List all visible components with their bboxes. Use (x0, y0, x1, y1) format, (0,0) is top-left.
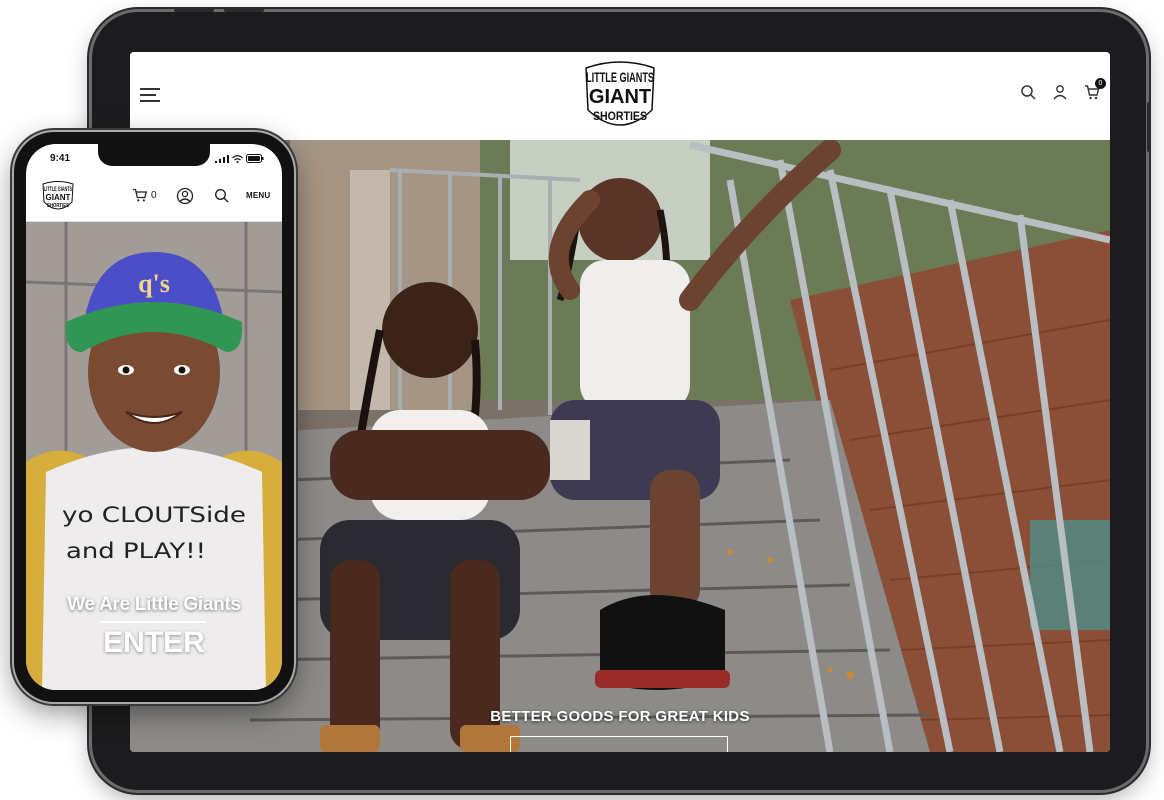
phone-logo-line-2: GIANT (46, 193, 71, 202)
phone-hero-tagline: We Are Little Giants (67, 594, 241, 615)
cap-logo-text: q's (138, 269, 170, 298)
battery-icon (246, 154, 264, 163)
status-time: 9:41 (50, 153, 71, 164)
phone-device: q's yo CLOUTSide and PLAY!! We Are Littl… (14, 132, 294, 702)
cart-count-badge: 0 (1095, 78, 1106, 89)
logo-line-3: SHORTIES (593, 109, 647, 123)
user-icon[interactable] (176, 187, 194, 205)
cart-icon (133, 188, 148, 202)
search-icon[interactable] (214, 188, 229, 203)
site-header: LITTLE GIANTS GIANT SHORTIES 0 (130, 52, 1110, 140)
phone-hero-banner: q's yo CLOUTSide and PLAY!! We Are Littl… (26, 222, 282, 690)
logo-line-2: GIANT (589, 86, 651, 108)
cart-button[interactable]: 0 (1084, 78, 1106, 100)
cta-underline (100, 621, 206, 623)
enter-button[interactable]: ENTER (26, 626, 282, 660)
shirt-text-line-2: and PLAY!! (66, 539, 206, 563)
search-icon[interactable] (1020, 84, 1036, 100)
signal-icon (215, 155, 229, 163)
phone-notch (98, 144, 210, 166)
menu-button[interactable]: MENU (246, 191, 270, 200)
wifi-icon (232, 155, 243, 163)
brand-logo[interactable]: LITTLE GIANTS GIANT SHORTIES (578, 58, 662, 136)
hero-shop-button[interactable] (510, 736, 728, 752)
hero-tagline: BETTER GOODS FOR GREAT KIDS (490, 708, 750, 725)
phone-hero-photo: q's yo CLOUTSide and PLAY!! (26, 222, 282, 690)
user-icon[interactable] (1052, 84, 1068, 100)
phone-brand-logo[interactable]: LITTLE GIANTS GIANT SHORTIES (40, 180, 76, 214)
phone-cart-count: 0 (151, 189, 157, 201)
phone-screen: q's yo CLOUTSide and PLAY!! We Are Littl… (26, 144, 282, 690)
device-mockup-stage: LITTLE GIANTS GIANT SHORTIES 0 BETTER GO… (0, 0, 1164, 800)
logo-line-1: LITTLE GIANTS (586, 69, 654, 85)
hamburger-menu-icon[interactable] (140, 88, 160, 102)
phone-logo-line-3: SHORTIES (47, 203, 70, 209)
shirt-text-line-1: yo CLOUTSide (62, 503, 246, 527)
phone-site-header: LITTLE GIANTS GIANT SHORTIES 0 MENU (26, 174, 282, 222)
phone-cart-button[interactable]: 0 (132, 188, 157, 202)
